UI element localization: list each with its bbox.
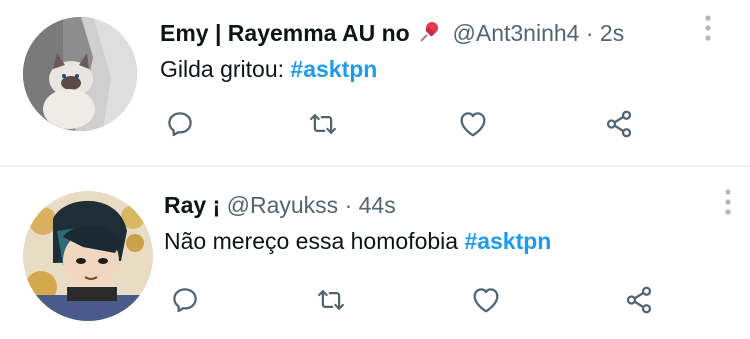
tweet-text: Gilda gritou: #asktpn bbox=[160, 54, 377, 84]
share-button[interactable] bbox=[621, 282, 657, 318]
tweet[interactable]: Emy | Rayemma AU no @Ant3ninh4 · 2s Gild… bbox=[0, 0, 750, 165]
like-button[interactable] bbox=[455, 106, 491, 142]
reply-button[interactable] bbox=[162, 106, 198, 142]
retweet-button[interactable] bbox=[305, 106, 341, 142]
separator-dot: · bbox=[344, 192, 353, 218]
share-icon bbox=[606, 110, 632, 138]
retweet-icon bbox=[310, 114, 336, 134]
reply-button[interactable] bbox=[167, 282, 203, 318]
retweet-button[interactable] bbox=[313, 282, 349, 318]
avatar[interactable] bbox=[23, 17, 137, 131]
more-options-icon[interactable] bbox=[704, 14, 712, 42]
display-name[interactable]: Emy | Rayemma AU no bbox=[160, 20, 410, 46]
retweet-icon bbox=[318, 290, 344, 310]
hashtag-link[interactable]: #asktpn bbox=[464, 228, 551, 254]
timestamp[interactable]: 2s bbox=[600, 20, 624, 46]
share-button[interactable] bbox=[601, 106, 637, 142]
user-handle[interactable]: @Rayukss bbox=[227, 192, 339, 218]
timestamp[interactable]: 44s bbox=[359, 192, 396, 218]
share-icon bbox=[626, 286, 652, 314]
more-options-icon[interactable] bbox=[724, 188, 732, 216]
like-button[interactable] bbox=[468, 282, 504, 318]
pushpin-icon bbox=[418, 20, 442, 44]
reply-icon bbox=[168, 112, 192, 137]
tweet-text-content: Gilda gritou: bbox=[160, 56, 291, 82]
reply-icon bbox=[173, 288, 197, 313]
anime-character-avatar-image bbox=[23, 191, 153, 321]
tweet[interactable]: Ray ¡ @Rayukss · 44s Não mereço essa hom… bbox=[0, 168, 750, 339]
tweet-text: Não mereço essa homofobia #asktpn bbox=[164, 226, 551, 256]
user-handle[interactable]: @Ant3ninh4 bbox=[453, 20, 580, 46]
avatar[interactable] bbox=[23, 191, 153, 321]
tweet-header: Ray ¡ @Rayukss · 44s bbox=[164, 190, 396, 220]
tweet-text-content: Não mereço essa homofobia bbox=[164, 228, 465, 254]
hashtag-link[interactable]: #asktpn bbox=[290, 56, 377, 82]
tweet-divider bbox=[0, 165, 750, 167]
display-name[interactable]: Ray ¡ bbox=[164, 192, 220, 218]
tweet-header: Emy | Rayemma AU no @Ant3ninh4 · 2s bbox=[160, 18, 624, 48]
separator-dot: · bbox=[585, 20, 594, 46]
cat-avatar-image bbox=[23, 17, 137, 131]
like-icon bbox=[460, 112, 486, 137]
like-icon bbox=[473, 288, 499, 313]
